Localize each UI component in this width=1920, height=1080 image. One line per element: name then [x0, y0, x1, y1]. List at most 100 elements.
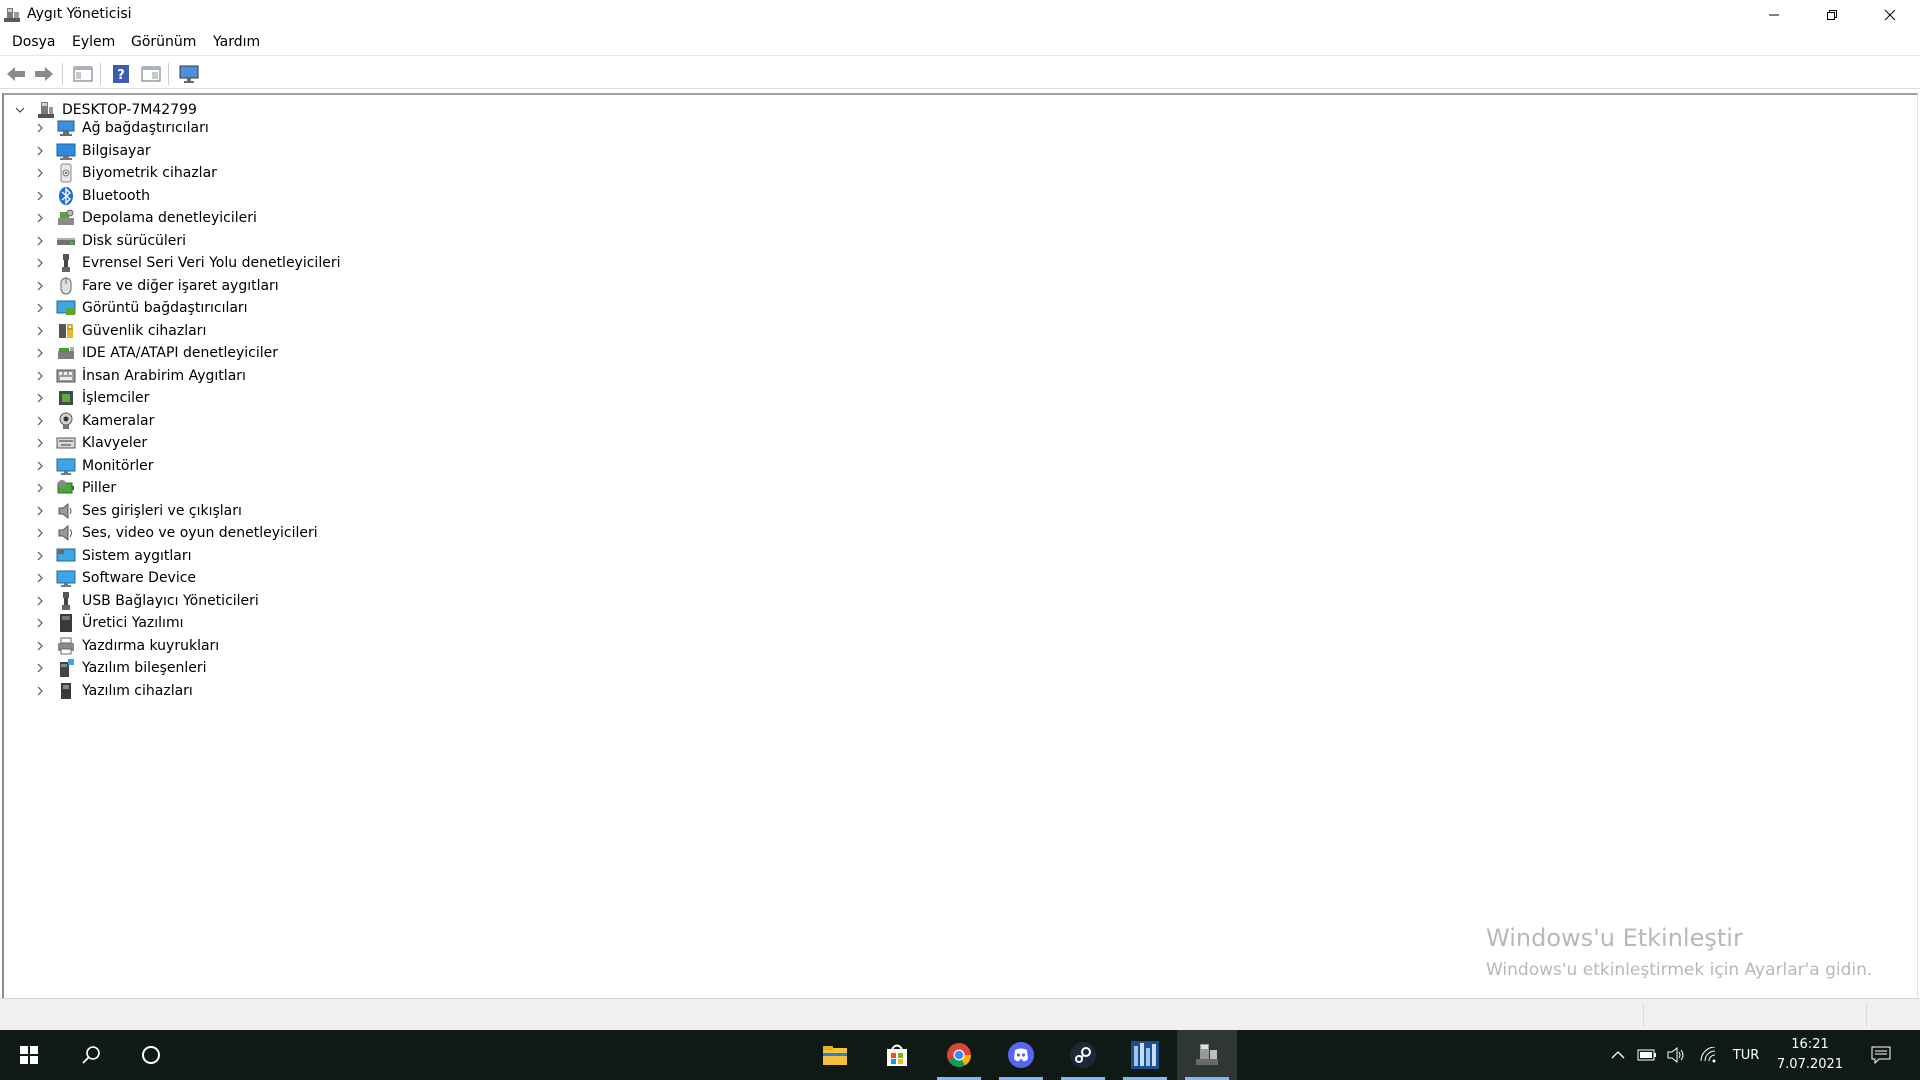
action-center-button[interactable] [1858, 1030, 1904, 1080]
taskbar-pes[interactable] [1115, 1030, 1175, 1080]
search-icon [82, 1046, 100, 1064]
tree-item-label: Biyometrik cihazlar [82, 165, 217, 181]
title-bar[interactable]: Aygıt Yöneticisi [0, 0, 1920, 30]
input-language-button[interactable]: TUR [1726, 1030, 1766, 1080]
chevron-down-icon[interactable] [14, 104, 26, 116]
chevron-right-icon[interactable] [34, 415, 46, 427]
chevron-right-icon[interactable] [34, 325, 46, 337]
chevron-right-icon[interactable] [34, 145, 46, 157]
tree-item[interactable]: Disk sürücüleri [34, 231, 186, 251]
taskbar-device-manager[interactable] [1177, 1030, 1237, 1080]
discord-icon [1008, 1042, 1034, 1068]
tree-item[interactable]: IDE ATA/ATAPI denetleyiciler [34, 343, 278, 363]
chevron-right-icon[interactable] [34, 460, 46, 472]
menu-view[interactable]: Görünüm [131, 34, 196, 50]
tree-item[interactable]: Sistem aygıtları [34, 546, 192, 566]
ide-controller-icon [56, 343, 76, 363]
search-button[interactable] [62, 1030, 120, 1080]
tree-item[interactable]: USB Bağlayıcı Yöneticileri [34, 591, 259, 611]
chevron-right-icon[interactable] [34, 595, 46, 607]
forward-button[interactable] [32, 62, 56, 86]
tree-item[interactable]: Bilgisayar [34, 141, 151, 161]
taskbar-file-explorer[interactable] [805, 1030, 865, 1080]
tree-item[interactable]: Yazılım cihazları [34, 681, 193, 701]
chevron-right-icon[interactable] [34, 482, 46, 494]
taskbar-discord[interactable] [991, 1030, 1051, 1080]
tree-item-label: Üretici Yazılımı [82, 615, 184, 631]
computer-name: DESKTOP-7M42799 [62, 102, 197, 118]
chevron-right-icon[interactable] [34, 122, 46, 134]
svg-text:?: ? [117, 68, 125, 83]
tree-item[interactable]: Ses girişleri ve çıkışları [34, 501, 242, 521]
chevron-right-icon[interactable] [34, 280, 46, 292]
tree-item[interactable]: Yazılım bileşenleri [34, 658, 207, 678]
taskbar-steam[interactable] [1053, 1030, 1113, 1080]
chevron-right-icon[interactable] [34, 617, 46, 629]
chevron-right-icon[interactable] [34, 347, 46, 359]
volume-tray-button[interactable] [1662, 1030, 1690, 1080]
firmware-icon [56, 613, 76, 633]
tree-item-label: İşlemciler [82, 390, 150, 406]
tree-item[interactable]: Ses, video ve oyun denetleyicileri [34, 523, 318, 543]
taskbar-store[interactable] [867, 1030, 927, 1080]
tree-item[interactable]: Biyometrik cihazlar [34, 163, 217, 183]
menu-help[interactable]: Yardım [213, 34, 260, 50]
cortana-icon [142, 1046, 160, 1064]
tree-item[interactable]: Görüntü bağdaştırıcıları [34, 298, 248, 318]
chevron-right-icon[interactable] [34, 167, 46, 179]
tree-item[interactable]: Güvenlik cihazları [34, 321, 206, 341]
tree-item[interactable]: Fare ve diğer işaret aygıtları [34, 276, 279, 296]
tree-item[interactable]: Üretici Yazılımı [34, 613, 183, 633]
chevron-right-icon[interactable] [34, 640, 46, 652]
start-button[interactable] [0, 1030, 58, 1080]
show-hidden-icons-button[interactable] [1605, 1030, 1631, 1080]
tree-item[interactable]: Kameralar [34, 411, 154, 431]
tree-item-label: Bilgisayar [82, 142, 151, 159]
chevron-right-icon[interactable] [34, 527, 46, 539]
tree-item[interactable]: Evrensel Seri Veri Yolu denetleyicileri [34, 253, 340, 273]
chevron-right-icon[interactable] [34, 572, 46, 584]
tree-item[interactable]: Depolama denetleyicileri [34, 208, 257, 228]
chevron-right-icon[interactable] [34, 190, 46, 202]
chevron-right-icon[interactable] [34, 505, 46, 517]
close-button[interactable] [1861, 0, 1919, 30]
tree-item[interactable]: Klavyeler [34, 433, 147, 453]
restore-button[interactable] [1803, 0, 1861, 30]
tree-item[interactable]: Yazdırma kuyrukları [34, 636, 219, 656]
help-button[interactable]: ? [109, 62, 133, 86]
chevron-right-icon[interactable] [34, 302, 46, 314]
scan-hardware-button[interactable] [177, 62, 201, 86]
chevron-right-icon[interactable] [34, 437, 46, 449]
chevron-right-icon[interactable] [34, 662, 46, 674]
battery-tray-button[interactable] [1634, 1030, 1660, 1080]
network-tray-button[interactable] [1694, 1030, 1722, 1080]
tree-item[interactable]: Ağ bağdaştırıcıları [34, 118, 209, 138]
chevron-right-icon[interactable] [34, 370, 46, 382]
taskbar-chrome[interactable] [929, 1030, 989, 1080]
show-hide-console-tree-button[interactable] [71, 62, 95, 86]
clock-time: 16:21 [1791, 1037, 1829, 1052]
tree-item[interactable]: Piller [34, 478, 116, 498]
chevron-right-icon[interactable] [34, 550, 46, 562]
minimize-button[interactable] [1745, 0, 1803, 30]
menu-action[interactable]: Eylem [72, 34, 115, 50]
tree-item[interactable]: İnsan Arabirim Aygıtları [34, 366, 246, 386]
toolbar-separator [168, 63, 169, 85]
tree-item[interactable]: Monitörler [34, 456, 153, 476]
clock-button[interactable]: 16:21 7.07.2021 [1770, 1035, 1850, 1075]
chevron-right-icon[interactable] [34, 685, 46, 697]
tree-item[interactable]: Bluetooth [34, 186, 150, 206]
menu-file[interactable]: Dosya [12, 34, 56, 50]
chevron-right-icon[interactable] [34, 392, 46, 404]
tree-item[interactable]: İşlemciler [34, 388, 149, 408]
chevron-right-icon[interactable] [34, 212, 46, 224]
tree-item-label: Fare ve diğer işaret aygıtları [82, 277, 279, 294]
tree-root[interactable]: DESKTOP-7M42799 [14, 100, 197, 120]
chevron-right-icon[interactable] [34, 235, 46, 247]
cortana-button[interactable] [122, 1030, 180, 1080]
chevron-right-icon[interactable] [34, 257, 46, 269]
back-button[interactable] [4, 62, 28, 86]
properties-button[interactable] [139, 62, 163, 86]
restore-icon [1827, 10, 1837, 20]
tree-item[interactable]: Software Device [34, 568, 196, 588]
